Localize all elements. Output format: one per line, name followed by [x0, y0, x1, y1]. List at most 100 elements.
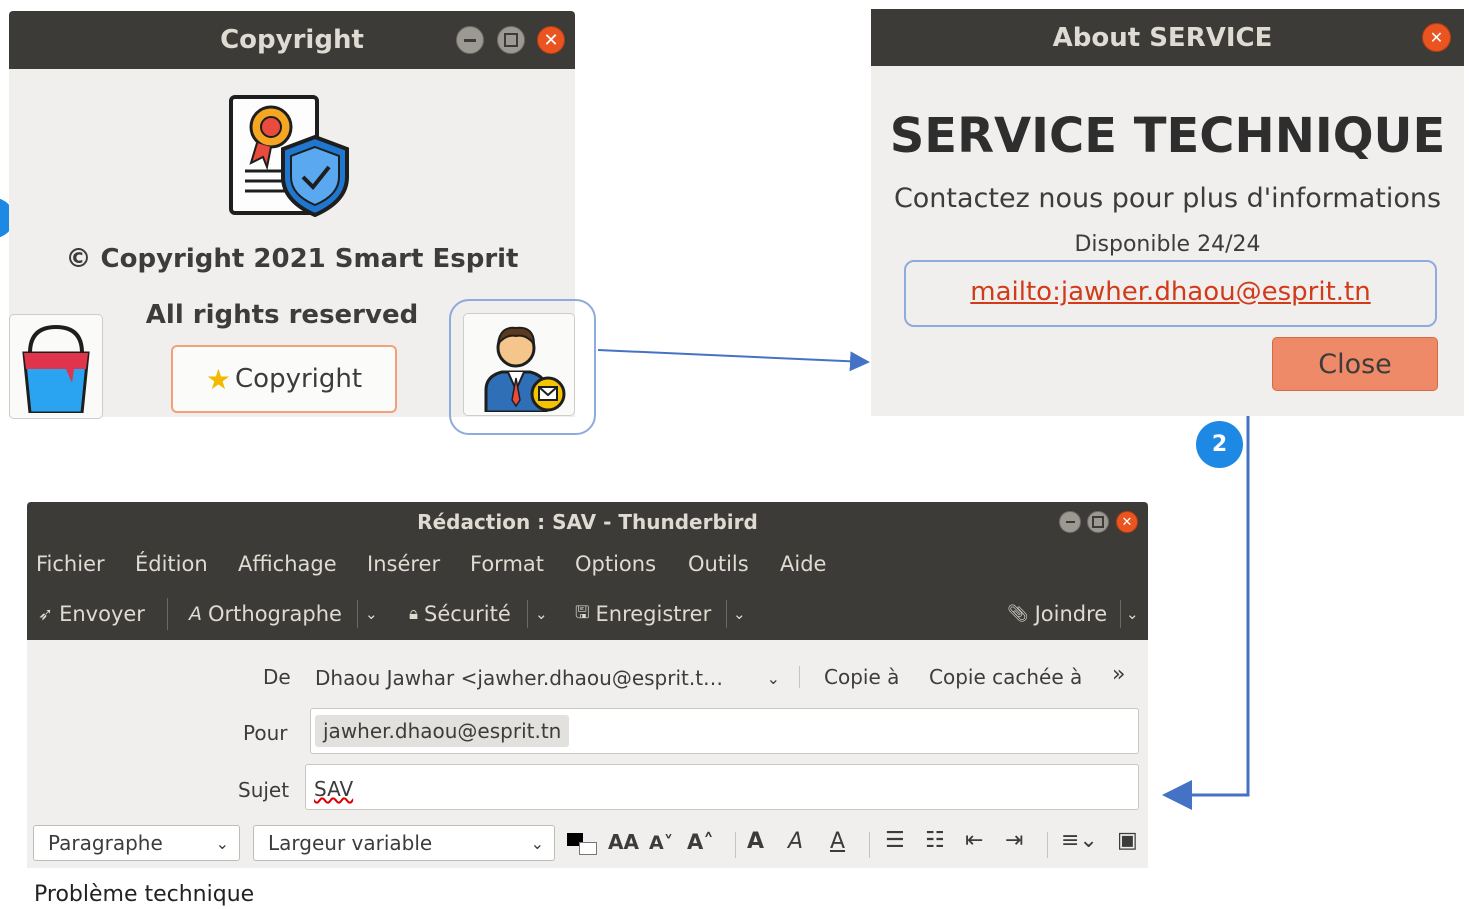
certificate-icon — [229, 95, 349, 218]
from-select[interactable]: Dhaou Jawhar <jawher.dhaou@esprit.t… ⌄ — [315, 665, 780, 691]
step-badge-number: 2 — [1211, 432, 1228, 457]
mail-link[interactable]: mailto:jawher.dhaou@esprit.tn — [904, 277, 1437, 307]
subject-value: SAV — [314, 777, 354, 801]
bcc-button[interactable]: Copie cachée à — [929, 665, 1082, 689]
subject-label: Sujet — [238, 778, 290, 802]
from-label: De — [263, 665, 291, 689]
step-badge: 2 — [1196, 421, 1243, 468]
security-dropdown[interactable]: ⌄ — [535, 588, 548, 640]
insert-image-icon[interactable]: ▣ — [1117, 828, 1138, 853]
spelling-dropdown[interactable]: ⌄ — [365, 588, 378, 640]
availability-text: Disponible 24/24 — [1074, 232, 1261, 257]
contact-button[interactable] — [463, 313, 575, 416]
close-icon[interactable]: ✕ — [537, 26, 565, 54]
attach-label: Joindre — [1034, 602, 1108, 626]
format-separator — [1047, 832, 1048, 858]
star-icon: ★ — [205, 362, 232, 396]
chevron-down-icon: ⌄ — [733, 605, 746, 623]
save-dropdown[interactable]: ⌄ — [733, 588, 746, 640]
menu-aide[interactable]: Aide — [780, 552, 826, 576]
numbered-list-icon[interactable]: ☷ — [925, 828, 945, 853]
copyright-title: Copyright — [220, 25, 364, 55]
menu-edition[interactable]: Édition — [135, 552, 208, 576]
more-fields-icon[interactable]: » — [1112, 662, 1125, 687]
copyright-titlebar: Copyright ✕ — [9, 11, 575, 69]
format-separator — [735, 832, 736, 858]
spelling-label: Orthographe — [208, 602, 342, 626]
menu-affichage[interactable]: Affichage — [238, 552, 337, 576]
message-body[interactable]: Problème technique — [27, 868, 1148, 909]
close-icon[interactable]: ✕ — [1422, 23, 1451, 52]
about-close-button[interactable]: Close — [1272, 337, 1438, 391]
menu-format[interactable]: Format — [470, 552, 544, 576]
about-heading: SERVICE TECHNIQUE — [889, 108, 1446, 164]
maximize-icon[interactable] — [1087, 511, 1109, 533]
background-color-icon[interactable] — [579, 842, 597, 855]
outdent-icon[interactable]: ⇤ — [965, 828, 983, 853]
chevron-down-icon: ⌄ — [215, 833, 229, 853]
bullet-list-icon[interactable]: ☰ — [885, 828, 905, 853]
paperclip-icon: 📎︎ — [1007, 604, 1029, 624]
menu-outils[interactable]: Outils — [688, 552, 749, 576]
recipient-pill[interactable]: jawher.dhaou@esprit.tn — [315, 715, 570, 747]
font-smaller-icon[interactable]: AA — [608, 830, 639, 854]
copyright-button[interactable]: ★ Copyright — [171, 345, 397, 413]
security-label: Sécurité — [424, 602, 511, 626]
about-titlebar: About SERVICE ✕ — [871, 9, 1464, 66]
underline-icon[interactable]: A — [830, 829, 845, 854]
spelling-button[interactable]: A Orthographe — [189, 588, 342, 640]
attach-button[interactable]: 📎︎ Joindre — [1007, 588, 1107, 640]
chevron-down-icon: ⌄ — [530, 833, 544, 853]
security-button[interactable]: 🔒︎ Sécurité — [409, 588, 511, 640]
save-label: Enregistrer — [595, 602, 712, 626]
copyright-line: © Copyright 2021 Smart Esprit — [65, 244, 519, 274]
copyright-button-label: Copyright — [235, 364, 363, 394]
paint-bucket-button[interactable] — [9, 314, 103, 419]
about-close-label: Close — [1318, 348, 1392, 380]
lock-icon: 🔒︎ — [409, 604, 419, 624]
paragraph-select-value: Paragraphe — [48, 831, 163, 855]
toolbar-separator — [167, 598, 168, 630]
maximize-icon[interactable] — [497, 26, 525, 54]
font-select-value: Largeur variable — [268, 831, 433, 855]
font-larger-icon[interactable]: A˄ — [687, 830, 714, 854]
to-field[interactable]: jawher.dhaou@esprit.tn — [310, 708, 1139, 754]
toolbar-separator — [357, 600, 358, 628]
paint-bucket-icon — [22, 324, 90, 413]
chevron-down-icon: ⌄ — [1126, 605, 1139, 623]
menu-options[interactable]: Options — [575, 552, 656, 576]
contact-text: Contactez nous pour plus d'informations — [893, 183, 1442, 214]
close-icon[interactable]: ✕ — [1116, 511, 1138, 533]
align-icon[interactable]: ≡⌄ — [1061, 828, 1098, 853]
to-label: Pour — [243, 721, 288, 745]
toolbar-separator — [1120, 600, 1121, 628]
save-button[interactable]: 🖫 Enregistrer — [575, 588, 711, 640]
body-text: Problème technique — [34, 882, 255, 907]
indent-icon[interactable]: ⇥ — [1005, 828, 1023, 853]
bold-icon[interactable]: A — [747, 829, 764, 854]
minimize-icon[interactable] — [456, 26, 484, 54]
font-smaller-icon[interactable]: A˅ — [649, 832, 673, 854]
compose-window: Rédaction : SAV - Thunderbird ✕ Fichier … — [27, 502, 1148, 909]
chevron-down-icon: ⌄ — [365, 605, 378, 623]
font-select[interactable]: Largeur variable ⌄ — [253, 825, 555, 861]
italic-icon[interactable]: A — [788, 829, 803, 854]
paragraph-select[interactable]: Paragraphe ⌄ — [33, 825, 240, 861]
cc-button[interactable]: Copie à — [824, 665, 899, 689]
support-agent-icon — [484, 326, 566, 412]
about-body: SERVICE TECHNIQUE Contactez nous pour pl… — [871, 66, 1464, 416]
to-value: jawher.dhaou@esprit.tn — [323, 719, 562, 743]
minimize-icon[interactable] — [1059, 511, 1081, 533]
arrow-to-about — [597, 349, 870, 372]
send-button[interactable]: ➶ Envoyer — [38, 588, 145, 640]
compose-title: Rédaction : SAV - Thunderbird — [417, 510, 758, 534]
subject-field[interactable]: SAV — [305, 764, 1139, 810]
attach-dropdown[interactable]: ⌄ — [1126, 588, 1139, 640]
toolbar-separator — [527, 600, 528, 628]
chevron-down-icon: ⌄ — [766, 668, 780, 688]
menu-inserer[interactable]: Insérer — [367, 552, 440, 576]
chevron-down-icon: ⌄ — [535, 605, 548, 623]
menu-fichier[interactable]: Fichier — [36, 552, 105, 576]
compose-titlebar: Rédaction : SAV - Thunderbird ✕ — [27, 502, 1148, 542]
save-icon: 🖫 — [575, 602, 590, 623]
